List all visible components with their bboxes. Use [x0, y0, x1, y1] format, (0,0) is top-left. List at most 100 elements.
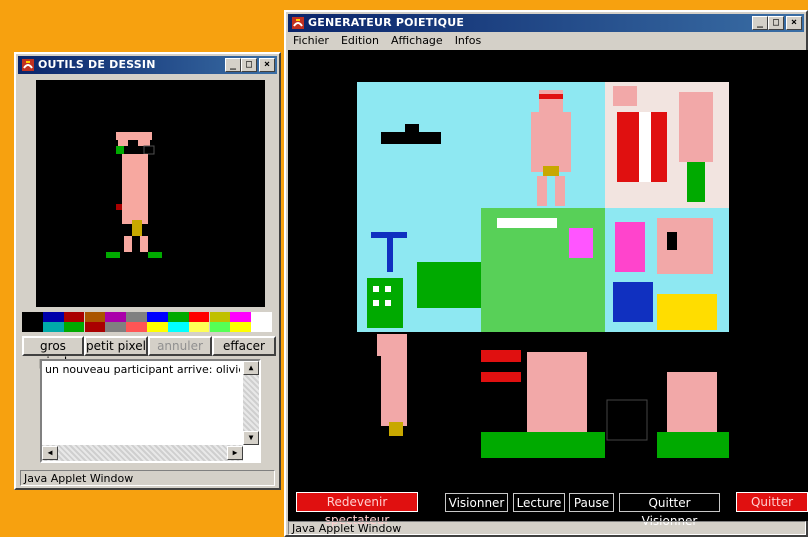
- tile-red-bar: [481, 350, 521, 362]
- sketch-left-hand: [116, 146, 124, 154]
- tools-status-bar: Java Applet Window: [20, 470, 275, 486]
- visionner-button[interactable]: Visionner: [445, 493, 508, 512]
- tile-grass: [481, 432, 605, 458]
- tile-heart-shape: [615, 222, 645, 272]
- palette-swatch[interactable]: [105, 312, 127, 322]
- menu-affichage[interactable]: Affichage: [391, 34, 443, 47]
- drawing-canvas[interactable]: [36, 80, 265, 307]
- sketch-body: [122, 154, 148, 224]
- minimize-icon[interactable]: _: [752, 16, 768, 30]
- palette-swatch[interactable]: [22, 312, 43, 322]
- minimize-icon[interactable]: _: [225, 58, 241, 72]
- window-2: [385, 286, 391, 292]
- figure2-head: [613, 86, 637, 106]
- tools-title-bar[interactable]: OUTILS DE DESSIN _ □ ×: [18, 56, 277, 74]
- figure3-skirt: [687, 162, 705, 202]
- palette-swatch[interactable]: [63, 312, 85, 322]
- sketch-right-foot: [148, 252, 162, 258]
- generator-title-bar[interactable]: GENERATEUR POIETIQUE _ □ ×: [288, 14, 804, 32]
- java-logo-icon: [292, 17, 304, 29]
- palette-swatch[interactable]: [84, 322, 106, 332]
- palette-swatch[interactable]: [230, 312, 252, 322]
- sketch-belt: [132, 220, 142, 236]
- scroll-up-icon[interactable]: ▲: [243, 361, 259, 375]
- tools-window: OUTILS DE DESSIN _ □ × gros pixel petit …: [14, 52, 281, 490]
- chat-text-area[interactable]: un nouveau participant arrive: olivier@ …: [40, 359, 261, 463]
- chat-horizontal-scrollbar[interactable]: ◀ ▶: [42, 445, 243, 461]
- palette-swatch[interactable]: [209, 312, 231, 322]
- palette-swatch[interactable]: [188, 312, 210, 322]
- menu-infos[interactable]: Infos: [455, 34, 482, 47]
- window-4: [385, 300, 391, 306]
- menu-bar: Fichier Edition Affichage Infos: [290, 34, 481, 47]
- sketch-left-foot: [106, 252, 120, 258]
- figure4-body: [381, 356, 407, 426]
- lecture-button[interactable]: Lecture: [513, 493, 565, 512]
- figure-belt: [543, 166, 559, 176]
- palette-swatch[interactable]: [105, 322, 127, 332]
- sketch-right-hand: [143, 145, 155, 155]
- petit-pixel-button[interactable]: petit pixel: [84, 336, 148, 356]
- gros-pixel-button[interactable]: gros pixel: [22, 336, 84, 369]
- chat-vertical-scrollbar[interactable]: ▲ ▼: [243, 361, 259, 445]
- tile-crown: [657, 294, 717, 330]
- java-logo-icon: [22, 59, 34, 71]
- palette-swatch[interactable]: [251, 322, 272, 332]
- figure-body: [531, 112, 571, 172]
- tools-window-title: OUTILS DE DESSIN: [38, 58, 156, 71]
- figure-band: [539, 94, 563, 99]
- palette-swatch[interactable]: [42, 312, 64, 322]
- tile-symbol: [613, 282, 653, 322]
- figure-head: [539, 90, 563, 112]
- sketch-head: [116, 132, 152, 140]
- tile-hill: [417, 262, 481, 308]
- generator-status-bar: Java Applet Window: [288, 521, 806, 535]
- maximize-icon[interactable]: □: [768, 16, 784, 30]
- palette-swatch[interactable]: [230, 322, 252, 332]
- palette-swatch[interactable]: [167, 312, 189, 322]
- generator-window-title: GENERATEUR POIETIQUE: [308, 16, 465, 29]
- tile-grass-2: [657, 432, 729, 458]
- annuler-button[interactable]: annuler: [148, 336, 212, 356]
- close-icon[interactable]: ×: [259, 58, 275, 72]
- palette-swatch[interactable]: [147, 312, 168, 322]
- quitter-visionner-button[interactable]: Quitter Visionner: [619, 493, 720, 528]
- close-icon[interactable]: ×: [786, 16, 802, 30]
- window-1: [373, 286, 379, 292]
- figure-leg-2: [555, 176, 565, 206]
- menu-edition[interactable]: Edition: [341, 34, 379, 47]
- palette-swatch[interactable]: [84, 312, 106, 322]
- tile-cloud: [497, 218, 557, 228]
- tile-red-bar-2: [481, 372, 521, 382]
- pause-button[interactable]: Pause: [569, 493, 614, 512]
- generator-window: GENERATEUR POIETIQUE _ □ × Fichier Editi…: [284, 10, 808, 537]
- palette-swatch[interactable]: [209, 322, 231, 332]
- palette-swatch[interactable]: [188, 322, 210, 332]
- palette-swatch[interactable]: [167, 322, 189, 332]
- tile-flower: [569, 228, 593, 258]
- figure3-body: [679, 92, 713, 162]
- scroll-right-icon[interactable]: ▶: [227, 446, 243, 460]
- palette-swatch[interactable]: [126, 312, 147, 322]
- palette-swatch[interactable]: [126, 322, 147, 332]
- chat-message: un nouveau participant arrive: olivier@: [45, 363, 240, 376]
- sketch-left-leg: [124, 236, 132, 252]
- effacer-button[interactable]: effacer: [212, 336, 276, 356]
- figure2-stripe: [639, 112, 651, 182]
- scroll-left-icon[interactable]: ◀: [42, 446, 58, 460]
- scroll-down-icon[interactable]: ▼: [243, 431, 259, 445]
- palette-swatch[interactable]: [42, 322, 64, 332]
- redevenir-spectateur-button[interactable]: Redevenir spectateur: [296, 492, 418, 527]
- tile-boat: [381, 132, 441, 144]
- figure4-belt: [389, 422, 403, 436]
- figure5-body: [527, 352, 587, 432]
- palette-swatch[interactable]: [22, 322, 43, 332]
- sketch-head-right: [138, 140, 150, 146]
- maximize-icon[interactable]: □: [241, 58, 257, 72]
- menu-fichier[interactable]: Fichier: [293, 34, 329, 47]
- palette-swatch[interactable]: [63, 322, 85, 332]
- palette-swatch[interactable]: [251, 312, 272, 322]
- palette-swatch[interactable]: [147, 322, 168, 332]
- collective-mosaic[interactable]: [357, 82, 729, 458]
- quitter-button[interactable]: Quitter: [736, 492, 808, 512]
